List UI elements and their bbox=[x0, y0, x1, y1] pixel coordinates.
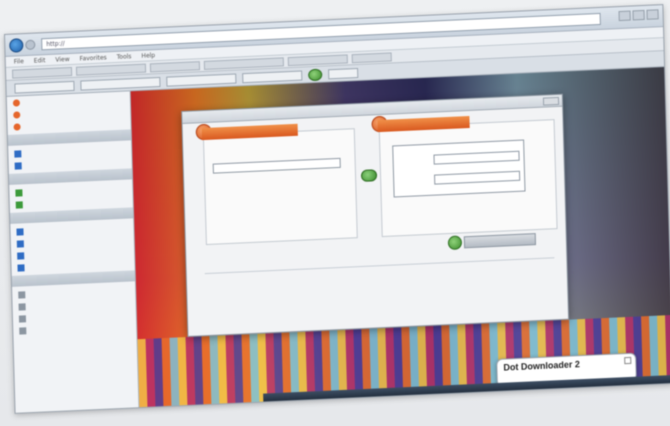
arrow-right-icon bbox=[360, 169, 378, 182]
bookmark-item[interactable] bbox=[11, 66, 73, 79]
bookmark-item[interactable] bbox=[149, 61, 201, 73]
format-select[interactable] bbox=[433, 150, 520, 165]
output-settings bbox=[392, 139, 526, 198]
toolbar-button[interactable] bbox=[80, 76, 161, 91]
item-icon bbox=[12, 98, 21, 107]
dialog-close-button[interactable] bbox=[542, 96, 560, 106]
download-action bbox=[447, 232, 537, 251]
menu-view[interactable]: View bbox=[55, 54, 70, 65]
item-icon bbox=[18, 290, 26, 299]
item-icon bbox=[16, 239, 24, 248]
links-area bbox=[204, 257, 556, 330]
help-link[interactable] bbox=[209, 296, 299, 300]
toolbar-button[interactable] bbox=[14, 80, 75, 94]
browser-window: http:// File Edit View Favorites Tools H… bbox=[4, 4, 670, 414]
sidebar bbox=[6, 91, 140, 414]
output-panel-title bbox=[377, 115, 470, 133]
go-icon[interactable] bbox=[308, 68, 323, 81]
output-panel bbox=[371, 115, 558, 238]
window-controls bbox=[618, 9, 659, 22]
close-icon[interactable] bbox=[624, 356, 632, 365]
item-icon bbox=[13, 122, 21, 131]
back-button[interactable] bbox=[9, 38, 24, 53]
item-icon bbox=[13, 110, 21, 119]
desktop-wallpaper: Dot Downloader 2 bbox=[130, 67, 670, 410]
menu-edit[interactable]: Edit bbox=[34, 55, 46, 66]
bookmark-item[interactable] bbox=[287, 54, 348, 67]
menu-tools[interactable]: Tools bbox=[117, 51, 132, 62]
item-icon bbox=[16, 227, 24, 236]
minimize-button[interactable] bbox=[618, 10, 631, 22]
item-icon bbox=[19, 326, 27, 335]
info-link[interactable] bbox=[405, 268, 469, 271]
item-icon bbox=[17, 251, 25, 260]
bookmark-item[interactable] bbox=[351, 52, 392, 64]
source-panel bbox=[195, 123, 358, 246]
forward-button[interactable] bbox=[25, 39, 36, 51]
item-icon bbox=[14, 149, 22, 158]
menu-file[interactable]: File bbox=[14, 56, 24, 66]
help-link[interactable] bbox=[209, 276, 289, 280]
source-panel-title bbox=[201, 123, 298, 141]
download-button[interactable] bbox=[463, 233, 537, 249]
maximize-button[interactable] bbox=[632, 9, 645, 21]
menu-help[interactable]: Help bbox=[141, 50, 155, 61]
info-link[interactable] bbox=[406, 302, 466, 305]
menu-favorites[interactable]: Favorites bbox=[79, 52, 107, 63]
item-icon bbox=[15, 188, 23, 197]
item-icon bbox=[17, 263, 25, 272]
item-icon bbox=[14, 161, 22, 170]
close-button[interactable] bbox=[646, 9, 659, 20]
bookmark-item[interactable] bbox=[75, 63, 147, 76]
help-link[interactable] bbox=[210, 304, 340, 310]
source-url-input[interactable] bbox=[212, 157, 341, 174]
toolbar-button[interactable] bbox=[166, 73, 237, 87]
folder-input[interactable] bbox=[434, 170, 521, 185]
item-icon bbox=[18, 314, 27, 323]
toolbar-button[interactable] bbox=[328, 67, 359, 79]
downloader-dialog bbox=[181, 93, 570, 337]
item-icon bbox=[18, 302, 26, 311]
go-icon[interactable] bbox=[447, 235, 463, 251]
toolbar-button[interactable] bbox=[242, 70, 303, 83]
item-icon bbox=[15, 200, 23, 209]
help-link[interactable] bbox=[209, 286, 293, 290]
notification-title: Dot Downloader 2 bbox=[503, 359, 581, 373]
